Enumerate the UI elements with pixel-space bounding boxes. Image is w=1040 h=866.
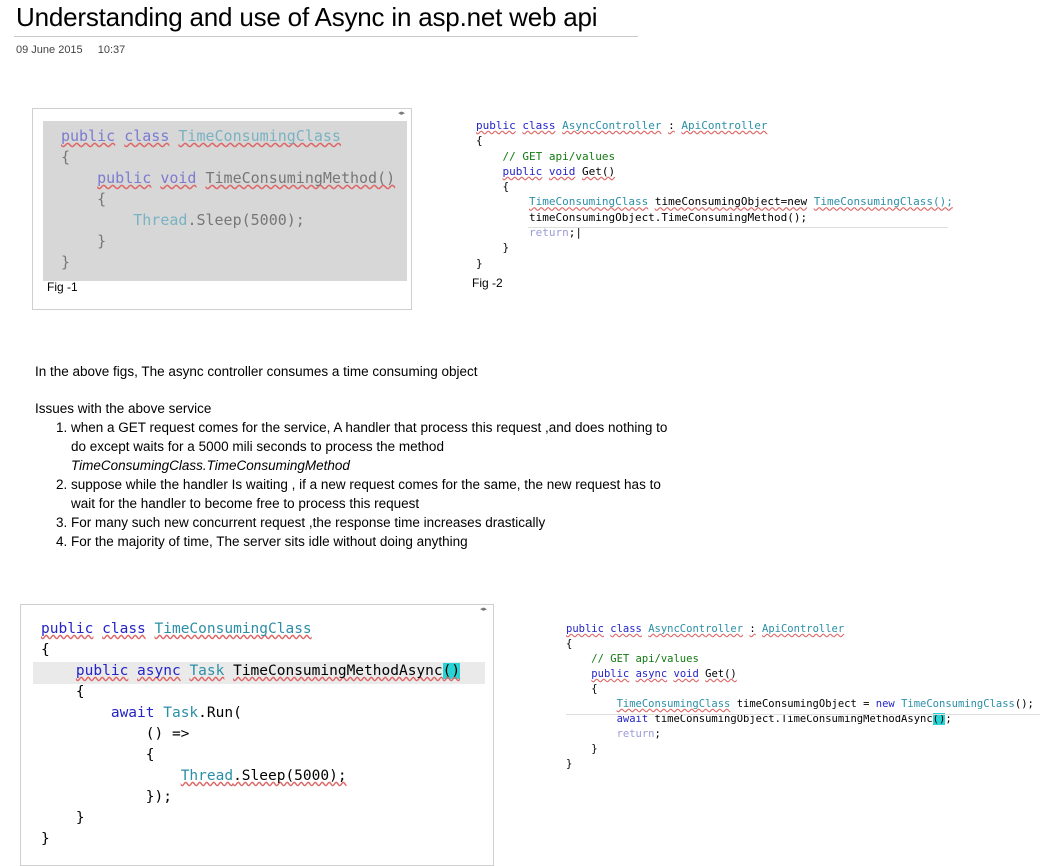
list-item: when a GET request comes for the service… xyxy=(71,418,675,475)
issues-list: when a GET request comes for the service… xyxy=(35,418,675,551)
list-item: For the majority of time, The server sit… xyxy=(71,532,675,551)
figure-1-caption: Fig -1 xyxy=(47,280,78,294)
figure-2-code: public class AsyncController : ApiContro… xyxy=(476,119,953,270)
page-title: Understanding and use of Async in asp.ne… xyxy=(16,2,598,32)
figure-3-code: public class TimeConsumingClass { public… xyxy=(41,621,461,847)
figure-4-code: public class AsyncController : ApiContro… xyxy=(566,623,1034,770)
note-meta: 09 June 2015 10:37 xyxy=(16,44,137,56)
list-item: suppose while the handler Is waiting , i… xyxy=(71,475,675,513)
issues-heading: Issues with the above service xyxy=(35,401,212,416)
figure-2-divider xyxy=(528,227,948,228)
intro-paragraph: In the above figs, The async controller … xyxy=(35,364,478,379)
figure-3-container[interactable]: ◂▸ public class TimeConsumingClass { pub… xyxy=(20,604,494,866)
list-item: For many such new concurrent request ,th… xyxy=(71,513,675,532)
note-body: In the above figs, The async controller … xyxy=(35,362,675,551)
note-date: 09 June 2015 xyxy=(16,44,83,56)
figure-2-container[interactable]: public class AsyncController : ApiContro… xyxy=(472,118,972,298)
note-time: 10:37 xyxy=(97,44,126,56)
resize-handle-icon[interactable]: ◂▸ xyxy=(480,605,487,613)
figure-4-divider xyxy=(566,714,1040,715)
figure-1-code: public class TimeConsumingClass { public… xyxy=(43,121,407,281)
figure-4-container[interactable]: public class AsyncController : ApiContro… xyxy=(566,620,1040,770)
figure-1-container[interactable]: ◂▸ public class TimeConsumingClass { pub… xyxy=(32,108,412,310)
resize-handle-icon[interactable]: ◂▸ xyxy=(398,109,405,117)
title-divider xyxy=(14,36,638,37)
figure-2-caption: Fig -2 xyxy=(472,276,503,290)
